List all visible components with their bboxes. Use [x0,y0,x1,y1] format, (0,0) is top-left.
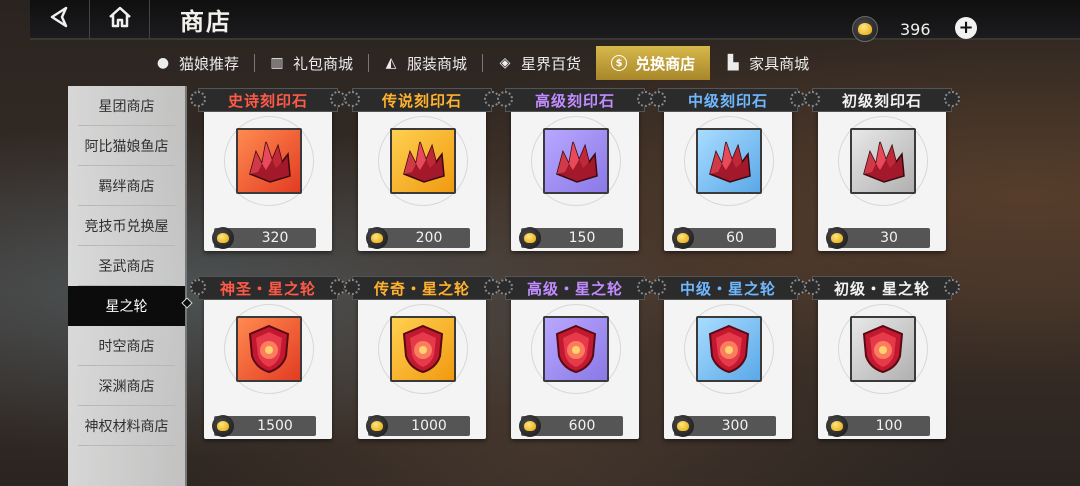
item-name: 传奇・星之轮 [352,276,492,300]
item-name: 史诗刻印石 [198,88,338,112]
clothing-icon: ◭ [385,55,397,71]
engraving-stone-icon [543,128,609,194]
item-price: 320 [261,230,289,246]
star-wheel-shield-icon [696,316,762,382]
page-title: 商店 [180,7,232,36]
price-tag: 150 [519,227,623,249]
shop-tabs: ● 猫娘推荐 ▥ 礼包商城 ◭ 服装商城 ◈ 星界百货 $ 兑换商店 ▙ 家具商… [140,46,824,80]
cat-coin-icon [366,227,388,249]
item-name: 传说刻印石 [352,88,492,112]
shop-item-card[interactable]: 史诗刻印石 320 [190,88,346,251]
cat-coin-icon [366,415,388,437]
shop-item-card[interactable]: 中级・星之轮 300 [650,276,806,439]
price-tag: 1500 [212,415,316,437]
engraving-stone-icon [696,128,762,194]
sidebar-divider [185,86,187,486]
home-icon [106,3,134,35]
star-wheel-shield-icon [390,316,456,382]
price-tag: 320 [212,227,316,249]
cat-coin-icon [212,227,234,249]
item-price: 100 [875,418,903,434]
shop-item-card[interactable]: 高级・星之轮 600 [497,276,653,439]
engraving-stone-icon [850,128,916,194]
star-drop-icon: ◈ [499,55,511,71]
shop-item-card[interactable]: 初级刻印石 30 [804,88,960,251]
item-price: 1000 [411,418,447,434]
item-name: 初级・星之轮 [812,276,952,300]
star-wheel-shield-icon [850,316,916,382]
exchange-coin-icon: $ [611,55,628,71]
price-tag: 300 [672,415,776,437]
shop-item-card[interactable]: 中级刻印石 60 [650,88,806,251]
star-wheel-shield-icon [236,316,302,382]
price-tag: 30 [826,227,930,249]
item-price: 150 [568,230,596,246]
item-name: 中级・星之轮 [658,276,798,300]
item-price: 300 [721,418,749,434]
item-name: 高级刻印石 [505,88,645,112]
item-price: 200 [415,230,443,246]
item-price: 60 [726,230,744,246]
price-tag: 200 [366,227,470,249]
tab-clothing[interactable]: ◭ 服装商城 [368,46,482,80]
cat-paw-icon: ● [156,55,170,71]
cat-coin-icon [212,415,234,437]
price-tag: 60 [672,227,776,249]
item-name: 中级刻印石 [658,88,798,112]
star-wheel-shield-icon [543,316,609,382]
shop-item-card[interactable]: 神圣・星之轮 1500 [190,276,346,439]
price-tag: 100 [826,415,930,437]
sidebar-item-bond[interactable]: 羁绊商店 [68,166,185,206]
sidebar-item-star-wheel[interactable]: 星之轮 [68,286,185,326]
price-tag: 600 [519,415,623,437]
home-button[interactable] [90,0,150,39]
back-button[interactable] [30,0,90,39]
sidebar-item-holy-arms[interactable]: 圣武商店 [68,246,185,286]
sidebar-item-divine-material[interactable]: 神权材料商店 [68,406,185,446]
cat-coin-icon [826,227,848,249]
price-tag: 1000 [366,415,470,437]
furniture-icon: ▙ [727,55,739,71]
cat-coin-icon [672,227,694,249]
sidebar-item-abi-fish[interactable]: 阿比猫娘鱼店 [68,126,185,166]
tab-star-mall[interactable]: ◈ 星界百货 [482,46,596,80]
shop-item-card[interactable]: 初级・星之轮 100 [804,276,960,439]
item-price: 600 [568,418,596,434]
cat-coin-icon [519,415,541,437]
sidebar-item-abyss[interactable]: 深渊商店 [68,366,185,406]
engraving-stone-icon [236,128,302,194]
shop-item-card[interactable]: 传奇・星之轮 1000 [344,276,500,439]
item-price: 1500 [257,418,293,434]
tab-furniture[interactable]: ▙ 家具商城 [710,46,824,80]
item-name: 初级刻印石 [812,88,952,112]
tab-gift-pack[interactable]: ▥ 礼包商城 [254,46,368,80]
add-currency-button[interactable]: + [955,17,977,39]
cat-coin-icon [672,415,694,437]
sidebar-item-arena-exchange[interactable]: 竞技币兑换屋 [68,206,185,246]
shop-sidebar: 星团商店 阿比猫娘鱼店 羁绊商店 竞技币兑换屋 圣武商店 星之轮 时空商店 深渊… [68,86,185,486]
currency-value: 396 [900,19,931,39]
shop-item-card[interactable]: 高级刻印石 150 [497,88,653,251]
item-price: 30 [880,230,898,246]
sidebar-item-star-group[interactable]: 星团商店 [68,86,185,126]
engraving-stone-icon [390,128,456,194]
shop-item-card[interactable]: 传说刻印石 200 [344,88,500,251]
sidebar-item-spacetime[interactable]: 时空商店 [68,326,185,366]
tab-exchange-shop[interactable]: $ 兑换商店 [596,46,711,80]
tab-cat-recommend[interactable]: ● 猫娘推荐 [140,46,254,80]
back-arrow-icon [46,3,74,35]
gift-icon: ▥ [270,55,284,71]
item-name: 神圣・星之轮 [198,276,338,300]
cat-coin-icon [519,227,541,249]
cat-coin-icon [852,16,878,42]
cat-coin-icon [826,415,848,437]
item-name: 高级・星之轮 [505,276,645,300]
